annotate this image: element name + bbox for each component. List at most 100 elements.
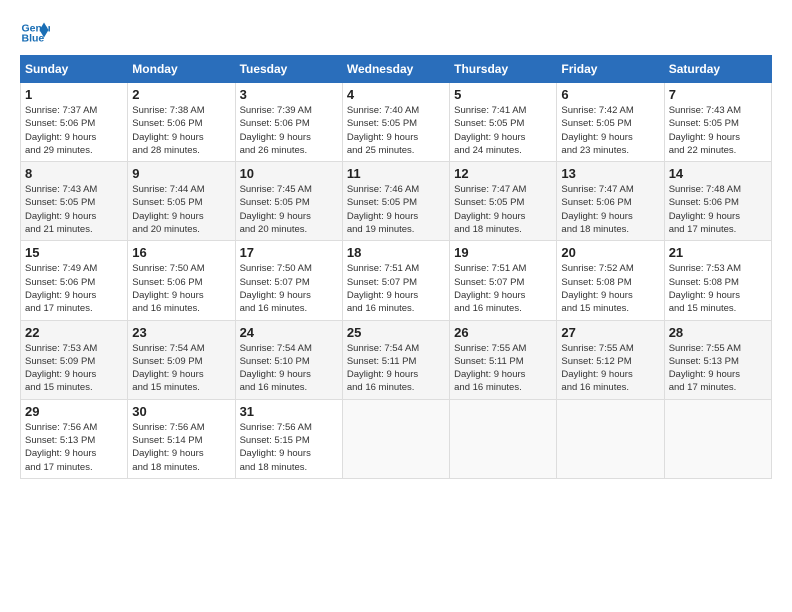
calendar-week-row: 22 Sunrise: 7:53 AM Sunset: 5:09 PM Dayl… <box>21 320 772 399</box>
table-row: 4 Sunrise: 7:40 AM Sunset: 5:05 PM Dayli… <box>342 83 449 162</box>
day-number: 2 <box>132 87 230 102</box>
table-row: 30 Sunrise: 7:56 AM Sunset: 5:14 PM Dayl… <box>128 399 235 478</box>
day-number: 13 <box>561 166 659 181</box>
header-sunday: Sunday <box>21 56 128 83</box>
table-row: 6 Sunrise: 7:42 AM Sunset: 5:05 PM Dayli… <box>557 83 664 162</box>
day-number: 20 <box>561 245 659 260</box>
table-row: 16 Sunrise: 7:50 AM Sunset: 5:06 PM Dayl… <box>128 241 235 320</box>
table-row: 28 Sunrise: 7:55 AM Sunset: 5:13 PM Dayl… <box>664 320 771 399</box>
day-number: 1 <box>25 87 123 102</box>
day-number: 25 <box>347 325 445 340</box>
day-info: Sunrise: 7:47 AM Sunset: 5:05 PM Dayligh… <box>454 183 552 236</box>
table-row: 18 Sunrise: 7:51 AM Sunset: 5:07 PM Dayl… <box>342 241 449 320</box>
calendar-week-row: 1 Sunrise: 7:37 AM Sunset: 5:06 PM Dayli… <box>21 83 772 162</box>
day-number: 19 <box>454 245 552 260</box>
day-info: Sunrise: 7:48 AM Sunset: 5:06 PM Dayligh… <box>669 183 767 236</box>
day-number: 26 <box>454 325 552 340</box>
day-info: Sunrise: 7:55 AM Sunset: 5:13 PM Dayligh… <box>669 342 767 395</box>
day-info: Sunrise: 7:53 AM Sunset: 5:09 PM Dayligh… <box>25 342 123 395</box>
logo-icon: General Blue <box>20 15 50 45</box>
table-row: 11 Sunrise: 7:46 AM Sunset: 5:05 PM Dayl… <box>342 162 449 241</box>
day-info: Sunrise: 7:54 AM Sunset: 5:09 PM Dayligh… <box>132 342 230 395</box>
day-number: 24 <box>240 325 338 340</box>
day-info: Sunrise: 7:56 AM Sunset: 5:13 PM Dayligh… <box>25 421 123 474</box>
empty-cell <box>664 399 771 478</box>
day-number: 17 <box>240 245 338 260</box>
header-monday: Monday <box>128 56 235 83</box>
day-number: 3 <box>240 87 338 102</box>
day-info: Sunrise: 7:37 AM Sunset: 5:06 PM Dayligh… <box>25 104 123 157</box>
calendar-table: Sunday Monday Tuesday Wednesday Thursday… <box>20 55 772 479</box>
day-info: Sunrise: 7:39 AM Sunset: 5:06 PM Dayligh… <box>240 104 338 157</box>
day-number: 30 <box>132 404 230 419</box>
day-info: Sunrise: 7:49 AM Sunset: 5:06 PM Dayligh… <box>25 262 123 315</box>
day-number: 22 <box>25 325 123 340</box>
table-row: 15 Sunrise: 7:49 AM Sunset: 5:06 PM Dayl… <box>21 241 128 320</box>
header-saturday: Saturday <box>664 56 771 83</box>
header: General Blue <box>20 15 772 45</box>
calendar-week-row: 8 Sunrise: 7:43 AM Sunset: 5:05 PM Dayli… <box>21 162 772 241</box>
day-number: 28 <box>669 325 767 340</box>
day-number: 10 <box>240 166 338 181</box>
day-info: Sunrise: 7:51 AM Sunset: 5:07 PM Dayligh… <box>347 262 445 315</box>
day-number: 11 <box>347 166 445 181</box>
day-info: Sunrise: 7:47 AM Sunset: 5:06 PM Dayligh… <box>561 183 659 236</box>
day-info: Sunrise: 7:45 AM Sunset: 5:05 PM Dayligh… <box>240 183 338 236</box>
table-row: 14 Sunrise: 7:48 AM Sunset: 5:06 PM Dayl… <box>664 162 771 241</box>
table-row: 25 Sunrise: 7:54 AM Sunset: 5:11 PM Dayl… <box>342 320 449 399</box>
day-info: Sunrise: 7:56 AM Sunset: 5:14 PM Dayligh… <box>132 421 230 474</box>
logo: General Blue <box>20 15 52 45</box>
day-info: Sunrise: 7:51 AM Sunset: 5:07 PM Dayligh… <box>454 262 552 315</box>
day-info: Sunrise: 7:38 AM Sunset: 5:06 PM Dayligh… <box>132 104 230 157</box>
day-info: Sunrise: 7:50 AM Sunset: 5:06 PM Dayligh… <box>132 262 230 315</box>
table-row: 19 Sunrise: 7:51 AM Sunset: 5:07 PM Dayl… <box>450 241 557 320</box>
table-row: 3 Sunrise: 7:39 AM Sunset: 5:06 PM Dayli… <box>235 83 342 162</box>
table-row: 2 Sunrise: 7:38 AM Sunset: 5:06 PM Dayli… <box>128 83 235 162</box>
table-row: 31 Sunrise: 7:56 AM Sunset: 5:15 PM Dayl… <box>235 399 342 478</box>
day-number: 16 <box>132 245 230 260</box>
table-row: 5 Sunrise: 7:41 AM Sunset: 5:05 PM Dayli… <box>450 83 557 162</box>
day-info: Sunrise: 7:56 AM Sunset: 5:15 PM Dayligh… <box>240 421 338 474</box>
day-number: 15 <box>25 245 123 260</box>
table-row: 20 Sunrise: 7:52 AM Sunset: 5:08 PM Dayl… <box>557 241 664 320</box>
table-row: 27 Sunrise: 7:55 AM Sunset: 5:12 PM Dayl… <box>557 320 664 399</box>
day-number: 4 <box>347 87 445 102</box>
day-info: Sunrise: 7:41 AM Sunset: 5:05 PM Dayligh… <box>454 104 552 157</box>
header-friday: Friday <box>557 56 664 83</box>
day-number: 6 <box>561 87 659 102</box>
day-number: 29 <box>25 404 123 419</box>
table-row: 29 Sunrise: 7:56 AM Sunset: 5:13 PM Dayl… <box>21 399 128 478</box>
day-number: 23 <box>132 325 230 340</box>
day-number: 8 <box>25 166 123 181</box>
day-info: Sunrise: 7:44 AM Sunset: 5:05 PM Dayligh… <box>132 183 230 236</box>
table-row: 8 Sunrise: 7:43 AM Sunset: 5:05 PM Dayli… <box>21 162 128 241</box>
day-number: 31 <box>240 404 338 419</box>
table-row: 21 Sunrise: 7:53 AM Sunset: 5:08 PM Dayl… <box>664 241 771 320</box>
day-info: Sunrise: 7:40 AM Sunset: 5:05 PM Dayligh… <box>347 104 445 157</box>
day-number: 21 <box>669 245 767 260</box>
day-info: Sunrise: 7:43 AM Sunset: 5:05 PM Dayligh… <box>669 104 767 157</box>
day-number: 14 <box>669 166 767 181</box>
day-number: 12 <box>454 166 552 181</box>
day-number: 27 <box>561 325 659 340</box>
empty-cell <box>450 399 557 478</box>
header-tuesday: Tuesday <box>235 56 342 83</box>
weekday-header-row: Sunday Monday Tuesday Wednesday Thursday… <box>21 56 772 83</box>
day-number: 7 <box>669 87 767 102</box>
table-row: 26 Sunrise: 7:55 AM Sunset: 5:11 PM Dayl… <box>450 320 557 399</box>
day-info: Sunrise: 7:53 AM Sunset: 5:08 PM Dayligh… <box>669 262 767 315</box>
calendar-week-row: 29 Sunrise: 7:56 AM Sunset: 5:13 PM Dayl… <box>21 399 772 478</box>
day-info: Sunrise: 7:43 AM Sunset: 5:05 PM Dayligh… <box>25 183 123 236</box>
day-info: Sunrise: 7:54 AM Sunset: 5:11 PM Dayligh… <box>347 342 445 395</box>
table-row: 1 Sunrise: 7:37 AM Sunset: 5:06 PM Dayli… <box>21 83 128 162</box>
day-info: Sunrise: 7:50 AM Sunset: 5:07 PM Dayligh… <box>240 262 338 315</box>
table-row: 23 Sunrise: 7:54 AM Sunset: 5:09 PM Dayl… <box>128 320 235 399</box>
table-row: 9 Sunrise: 7:44 AM Sunset: 5:05 PM Dayli… <box>128 162 235 241</box>
header-wednesday: Wednesday <box>342 56 449 83</box>
day-info: Sunrise: 7:42 AM Sunset: 5:05 PM Dayligh… <box>561 104 659 157</box>
page: General Blue Sunday Monday Tuesday Wedne… <box>0 0 792 612</box>
table-row: 13 Sunrise: 7:47 AM Sunset: 5:06 PM Dayl… <box>557 162 664 241</box>
day-info: Sunrise: 7:46 AM Sunset: 5:05 PM Dayligh… <box>347 183 445 236</box>
table-row: 17 Sunrise: 7:50 AM Sunset: 5:07 PM Dayl… <box>235 241 342 320</box>
table-row: 7 Sunrise: 7:43 AM Sunset: 5:05 PM Dayli… <box>664 83 771 162</box>
